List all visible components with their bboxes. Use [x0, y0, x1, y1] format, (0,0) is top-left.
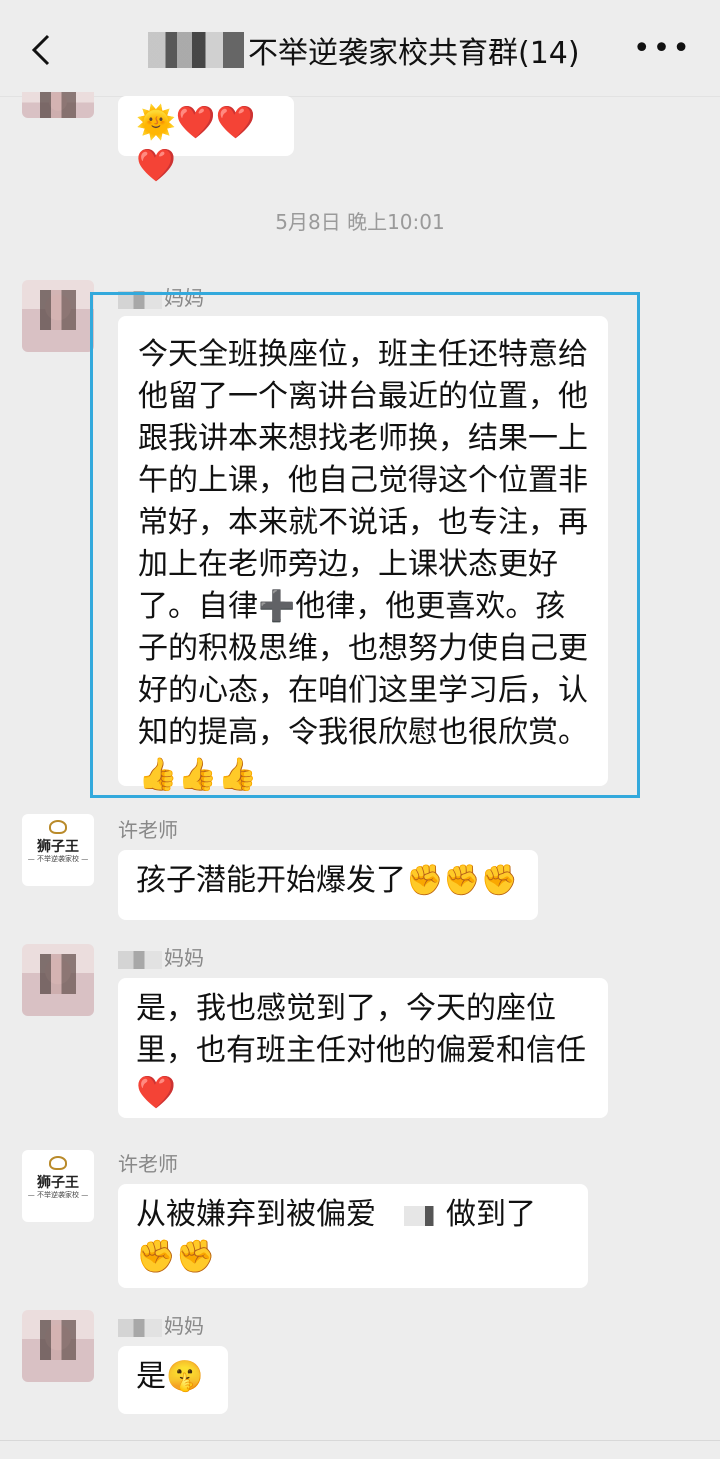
lion-logo-icon: [49, 1156, 67, 1170]
chat-title-area: 不举逆袭家校共育群(14): [148, 28, 588, 72]
message-text: 从被嫌弃到被偏爱 做到了: [136, 1194, 570, 1236]
sender-label: 妈妈: [164, 286, 204, 310]
sender-name: 妈妈: [118, 282, 204, 311]
message-bubble[interactable]: 今天全班换座位，班主任还特意给他留了一个离讲台最近的位置，他跟我讲本来想找老师换…: [118, 316, 608, 793]
avatar[interactable]: [22, 1310, 94, 1382]
sender-name: 妈妈: [118, 1310, 204, 1339]
sender-name: 许老师: [118, 1152, 178, 1176]
logo-subtitle: — 不举逆袭家校 —: [27, 855, 89, 863]
message-text-part: 做到了: [446, 1197, 536, 1232]
sender-label: 妈妈: [164, 946, 204, 970]
thumbs-up-icons: 👍👍👍: [138, 755, 258, 793]
message-text: 是🤫: [136, 1359, 204, 1394]
sender-label: 妈妈: [164, 1314, 204, 1338]
message-bubble[interactable]: 🌞❤️❤️❤️: [118, 96, 294, 184]
more-button[interactable]: •••: [633, 34, 692, 64]
message-text-part: 从被嫌弃到被偏爱: [136, 1197, 376, 1232]
redacted-title-prefix: [148, 32, 244, 68]
message-text: 今天全班换座位，班主任还特意给他留了一个离讲台最近的位置，他跟我讲本来想找老师换…: [138, 337, 588, 750]
avatar[interactable]: [22, 944, 94, 1016]
chat-title: 不举逆袭家校共育群(14): [248, 36, 580, 71]
avatar[interactable]: [22, 280, 94, 352]
redacted-name: [118, 950, 162, 969]
divider: [0, 1440, 720, 1441]
chevron-left-icon: [31, 34, 50, 66]
fist-icons: ✊✊: [136, 1237, 216, 1275]
top-bar: 不举逆袭家校共育群(14) •••: [0, 0, 720, 97]
message-bubble[interactable]: 是🤫: [118, 1346, 228, 1414]
message-text: 孩子潜能开始爆发了✊✊✊: [136, 863, 519, 898]
back-button[interactable]: [22, 30, 62, 70]
message-bubble[interactable]: 从被嫌弃到被偏爱 做到了 ✊✊: [118, 1184, 588, 1288]
redacted-name: [118, 1318, 162, 1337]
reaction-emojis: 🌞❤️❤️❤️: [136, 103, 256, 184]
more-dots-icon: •••: [632, 31, 692, 66]
message-text: 是，我也感觉到了，今天的座位里，也有班主任对他的偏爱和信任: [136, 991, 586, 1068]
logo-brand: 狮子王: [37, 1175, 79, 1191]
redacted-name: [118, 290, 162, 309]
avatar[interactable]: [22, 92, 94, 118]
timestamp: 5月8日 晚上10:01: [275, 210, 445, 234]
avatar[interactable]: 狮子王 — 不举逆袭家校 —: [22, 1150, 94, 1222]
message-bubble[interactable]: 孩子潜能开始爆发了✊✊✊: [118, 850, 538, 920]
logo-subtitle: — 不举逆袭家校 —: [27, 1191, 89, 1199]
redacted-name: [376, 1205, 446, 1226]
sender-name: 妈妈: [118, 942, 204, 971]
lion-logo-icon: [49, 820, 67, 834]
logo-brand: 狮子王: [37, 839, 79, 855]
sender-name: 许老师: [118, 818, 178, 842]
avatar[interactable]: 狮子王 — 不举逆袭家校 —: [22, 814, 94, 886]
message-bubble[interactable]: 是，我也感觉到了，今天的座位里，也有班主任对他的偏爱和信任 ❤️: [118, 978, 608, 1118]
heart-icon: ❤️: [136, 1073, 176, 1111]
